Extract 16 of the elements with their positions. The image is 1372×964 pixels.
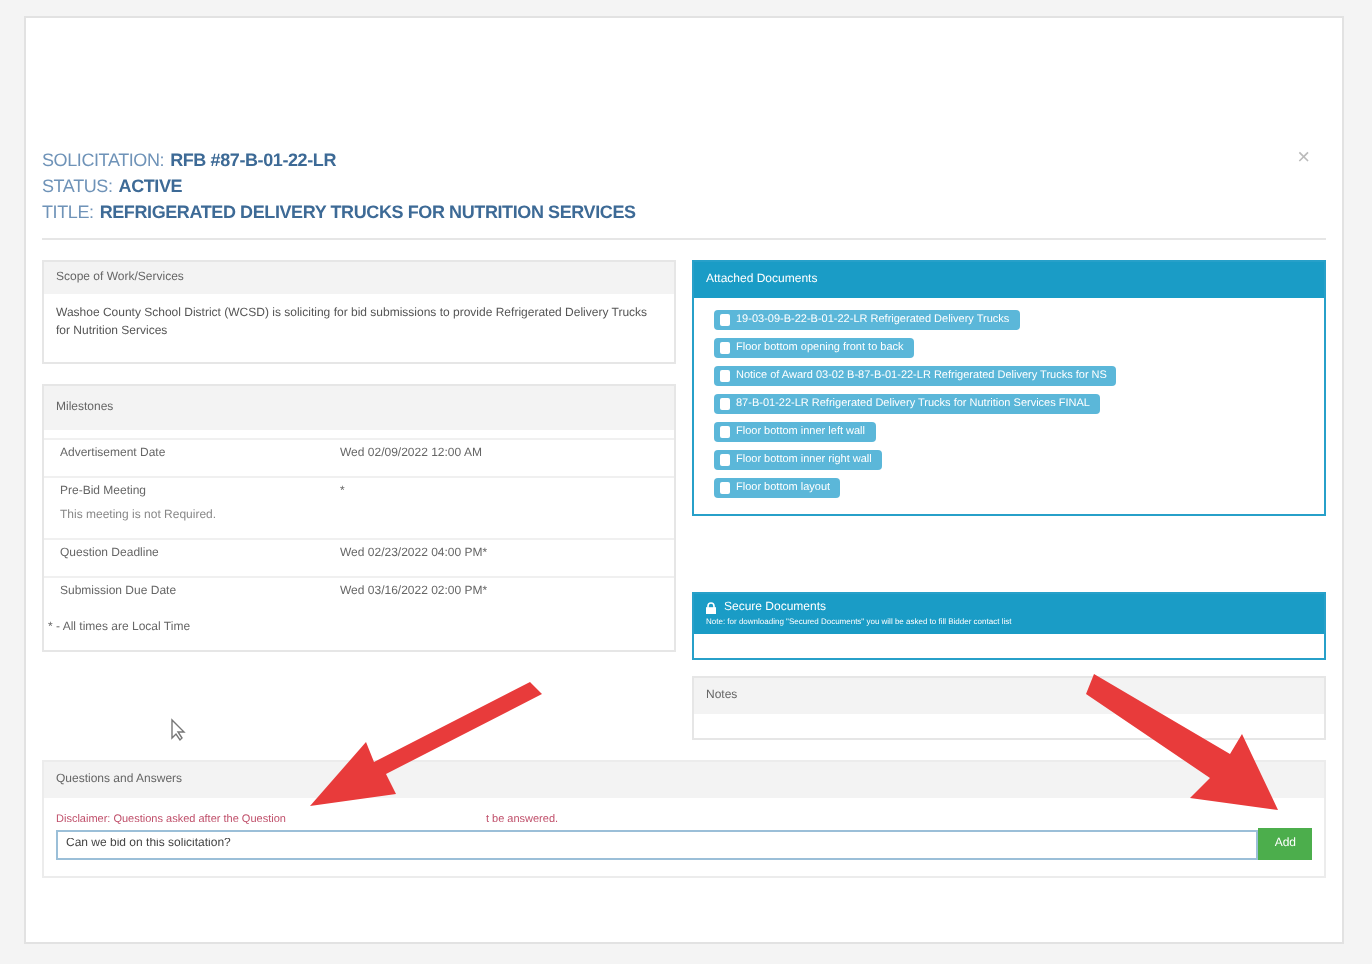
close-button[interactable]: × xyxy=(1297,146,1310,170)
header-value: ACTIVE xyxy=(118,176,183,196)
header-label: STATUS: xyxy=(42,176,113,196)
lock-icon xyxy=(706,602,716,614)
document-icon xyxy=(720,398,730,410)
document-icon xyxy=(720,454,730,466)
header-label: SOLICITATION: xyxy=(42,150,165,170)
header-value: REFRIGERATED DELIVERY TRUCKS FOR NUTRITION SERVICES xyxy=(99,202,636,222)
document-icon xyxy=(720,314,730,326)
header-label: TITLE: xyxy=(42,202,94,222)
document-icon xyxy=(720,370,730,382)
document-icon xyxy=(720,426,730,438)
header-value: RFB #87-B-01-22-LR xyxy=(170,150,336,170)
document-icon xyxy=(720,342,730,354)
mouse-cursor-icon xyxy=(170,718,186,742)
document-icon xyxy=(720,482,730,494)
